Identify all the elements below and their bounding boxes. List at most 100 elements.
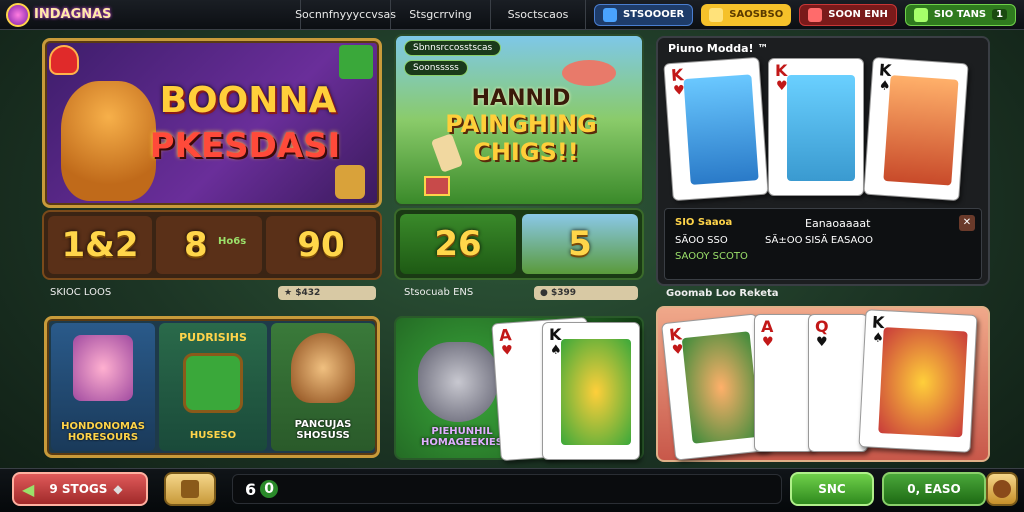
close-icon[interactable]: ✕ [959, 215, 975, 231]
fish-icon [562, 60, 616, 86]
panel1-footer-pill[interactable]: ★ $432 [278, 286, 376, 300]
currency-pill-blue[interactable]: STSOOOER [594, 3, 694, 26]
currency-pill-green[interactable]: SIO TANS 1 [904, 3, 1017, 26]
bottom-tile-mid[interactable]: PIEHUNHIL HOMAGEEKIES A ♥ K ♠ [394, 316, 644, 462]
card-rank: K [668, 324, 683, 345]
panel1-stat-3: 90 [266, 216, 376, 274]
currency-pill-green-label: SIO TANS [933, 9, 987, 20]
panel1-stat-1: 1&2 [48, 216, 152, 274]
panel2-title-line3: CHIGS!! [473, 138, 579, 166]
pineapple-icon [335, 165, 365, 199]
bottom-tiles-left: HONDONOMAS HORESOURS PUDRISIHS HUSESO PA… [44, 316, 380, 458]
back-arrow-icon: ◀ [22, 479, 35, 499]
score-value: 0 [260, 480, 279, 498]
gift-icon [424, 176, 450, 196]
fish-lure-icon [418, 342, 498, 422]
score-bar: 6 0 [232, 474, 782, 504]
panel3-title: Piuno Modda! ™ [668, 42, 769, 55]
panel2-stat-2: 5 [522, 214, 638, 274]
fox-character-icon [61, 81, 156, 201]
card-rank: A [498, 325, 513, 345]
heart-icon [49, 45, 79, 75]
leaf-icon [339, 45, 373, 79]
green-action-button-1[interactable]: SNC [790, 472, 874, 506]
panel3-section-label: Goomab Loo Reketa [666, 288, 779, 299]
heart-suit-icon: ♥ [776, 79, 788, 94]
currency-pill-blue-label: STSOOOER [623, 9, 685, 20]
tile-pancujas[interactable]: PANCUJAS SHOSUSS [271, 323, 375, 451]
heart-suit-icon: ♥ [500, 343, 514, 359]
currency-pill-gold[interactable]: SAOSBSO [701, 3, 792, 26]
tile1-label: HONDONOMAS HORESOURS [61, 421, 145, 443]
card-k-lady[interactable]: K ♠ [863, 56, 969, 202]
card-rank: A [761, 317, 774, 336]
panel-painghing[interactable]: Sbnnsrccosstscas Soonsssss HANNID PAINGH… [394, 34, 644, 206]
profile-button[interactable] [986, 472, 1018, 506]
panel2-footer-label: Stsocuab ENS [404, 287, 474, 298]
energy-count: 1 [992, 9, 1008, 20]
logo-text: INDAGNAS [34, 7, 112, 22]
panel2-title-line1: HANNID [471, 86, 571, 111]
nav-tab-1[interactable]: Socnnfnyyyccvsas [295, 0, 396, 30]
card-k-fish2[interactable]: K ♠ [858, 309, 978, 453]
panel2-footer-pill[interactable]: ● $399 [534, 286, 638, 300]
info-left-3: SAOOY SCOTO [675, 251, 748, 262]
card-k-fish[interactable]: K ♥ [663, 56, 769, 202]
wallet-icon [603, 7, 617, 22]
tile2-bottom: HUSESO [189, 430, 237, 441]
panel2-title-line2: PAINGHING [445, 110, 597, 138]
card-a[interactable]: A ♥ [754, 314, 814, 452]
tile-hondonomas[interactable]: HONDONOMAS HORESOURS [51, 323, 155, 451]
diamond-icon: ◆ [113, 482, 123, 496]
green-button-2-label: 0, EASO [907, 482, 961, 496]
panel1-stats-row: 1&2 8 Ho6s 90 [42, 210, 382, 280]
panel-piuno[interactable]: Piuno Modda! ™ K ♥ K ♥ K ♠ SIO Saaoa SÄO… [656, 36, 990, 286]
heart-suit-icon: ♥ [762, 335, 774, 350]
back-button[interactable]: ◀ 9 STOGS ◆ [12, 472, 148, 506]
chest-button[interactable] [164, 472, 216, 506]
info-right-1: Eanaoaaaat [805, 217, 871, 230]
logo-badge-icon [6, 2, 30, 27]
info-left-2: SÄOO SSO [675, 235, 728, 246]
hat-man-art-icon [787, 75, 855, 181]
card-rank: K [549, 325, 562, 344]
panel2-tag2: Soonsssss [404, 60, 468, 76]
tile3-label: PANCUJAS SHOSUSS [294, 419, 352, 441]
green-action-button-2[interactable]: 0, EASO [882, 472, 986, 506]
currency-pill-red[interactable]: SOON ENH [799, 3, 897, 26]
panel2-stat-1: 26 [400, 214, 516, 274]
card-k-spades[interactable]: K ♠ [542, 322, 640, 460]
card-rank: K [775, 61, 788, 80]
coin-icon [709, 7, 724, 22]
nav-tab-3[interactable]: Ssoctscaos [490, 0, 586, 30]
top-bar: INDAGNAS Socnnfnyyyccvsas Stsgcrrving Ss… [0, 0, 1024, 30]
fish-art-icon [683, 74, 759, 185]
panel1-stat-sub: Ho6s [218, 236, 247, 247]
card-rank: K [670, 65, 685, 85]
green-button-1-label: SNC [818, 482, 846, 496]
barrel-icon [183, 353, 243, 413]
panel1-title-line2: PKESDASI [149, 126, 341, 166]
panel1-footer-label: SKIOC LOOS [50, 287, 112, 298]
info-left-1: SIO Saaoa [675, 217, 733, 228]
fish-art-icon [878, 327, 968, 438]
redhead-art-icon [681, 331, 761, 444]
currency-pill-gold-label: SAOSBSO [729, 9, 784, 20]
card-k-hat[interactable]: K ♥ [768, 58, 864, 196]
panel-boonna[interactable]: BOONNA PKESDASI [42, 38, 382, 208]
bottom-tile-right[interactable]: K ♥ A ♥ Q ♥ K ♠ [656, 306, 990, 462]
nav-tab-2[interactable]: Stsgcrrving [390, 0, 490, 30]
goldfish-art-icon [561, 339, 631, 445]
spade-suit-icon: ♠ [550, 343, 562, 358]
heart-suit-icon: ♥ [816, 335, 828, 350]
panel2-stats-row: 26 5 [394, 208, 644, 280]
info-right-2: SÄ±OO [765, 235, 803, 246]
card-rank: Q [815, 317, 829, 336]
panel1-title-line1: BOONNA [159, 80, 337, 121]
logo[interactable]: INDAGNAS [0, 0, 300, 30]
card-rank: K [871, 312, 885, 333]
panel3-info-box: SIO Saaoa SÄOO SSO SAOOY SCOTO Eanaoaaaa… [664, 208, 982, 280]
cowboy-character-icon [291, 333, 355, 403]
tile-pudrisihs[interactable]: PUDRISIHS HUSESO [159, 323, 267, 451]
energy-icon [913, 7, 928, 22]
